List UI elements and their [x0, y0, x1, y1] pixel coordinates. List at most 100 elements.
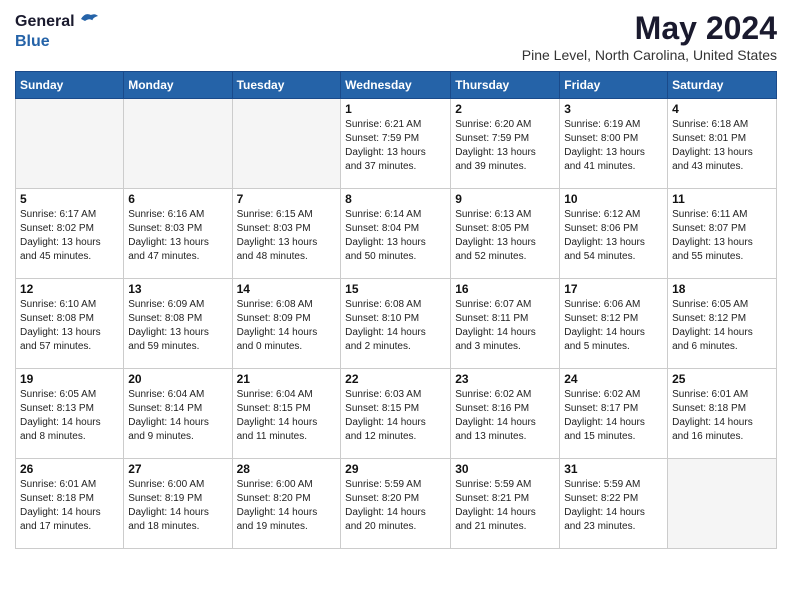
day-number: 10 [564, 192, 663, 206]
calendar-day-31: 31 Sunrise: 5:59 AM Sunset: 8:22 PM Dayli… [560, 459, 668, 549]
calendar-day-2: 2 Sunrise: 6:20 AM Sunset: 7:59 PM Daylig… [451, 99, 560, 189]
day-header-wednesday: Wednesday [341, 72, 451, 99]
day-number: 17 [564, 282, 663, 296]
day-info: Sunrise: 6:07 AM Sunset: 8:11 PM Dayligh… [455, 298, 555, 354]
calendar-day-16: 16 Sunrise: 6:07 AM Sunset: 8:11 PM Dayli… [451, 279, 560, 369]
title-area: May 2024 Pine Level, North Carolina, Uni… [522, 10, 777, 63]
calendar-day-26: 26Sunrise: 6:01 AM Sunset: 8:18 PM Dayli… [16, 459, 124, 549]
logo-blue: Blue [15, 33, 50, 50]
calendar-day-1: 1Sunrise: 6:21 AM Sunset: 7:59 PM Daylig… [341, 99, 451, 189]
day-number: 6 [128, 192, 227, 206]
calendar-day-5: 5Sunrise: 6:17 AM Sunset: 8:02 PM Daylig… [16, 189, 124, 279]
logo-general: General [15, 13, 75, 31]
day-info: Sunrise: 6:01 AM Sunset: 8:18 PM Dayligh… [672, 388, 772, 444]
day-number: 1 [345, 102, 446, 116]
day-number: 7 [237, 192, 337, 206]
day-header-sunday: Sunday [16, 72, 124, 99]
day-number: 21 [237, 372, 337, 386]
calendar-day-14: 14 Sunrise: 6:08 AM Sunset: 8:09 PM Dayli… [232, 279, 341, 369]
day-info: Sunrise: 6:04 AM Sunset: 8:15 PM Dayligh… [237, 388, 337, 444]
day-info: Sunrise: 6:03 AM Sunset: 8:15 PM Dayligh… [345, 388, 446, 444]
day-info: Sunrise: 5:59 AM Sunset: 8:22 PM Dayligh… [564, 478, 663, 534]
calendar-day-30: 30 Sunrise: 5:59 AM Sunset: 8:21 PM Dayli… [451, 459, 560, 549]
day-info: Sunrise: 6:02 AM Sunset: 8:16 PM Dayligh… [455, 388, 555, 444]
day-info: Sunrise: 6:05 AM Sunset: 8:12 PM Dayligh… [672, 298, 772, 354]
calendar-day-27: 27 Sunrise: 6:00 AM Sunset: 8:19 PM Dayli… [124, 459, 232, 549]
calendar-day-24: 24 Sunrise: 6:02 AM Sunset: 8:17 PM Dayli… [560, 369, 668, 459]
calendar-header-row: SundayMondayTuesdayWednesdayThursdayFrid… [16, 72, 777, 99]
day-header-thursday: Thursday [451, 72, 560, 99]
logo-bird-icon [77, 10, 99, 33]
day-info: Sunrise: 5:59 AM Sunset: 8:21 PM Dayligh… [455, 478, 555, 534]
calendar-day-13: 13 Sunrise: 6:09 AM Sunset: 8:08 PM Dayli… [124, 279, 232, 369]
calendar-table: SundayMondayTuesdayWednesdayThursdayFrid… [15, 71, 777, 549]
calendar-day-4: 4Sunrise: 6:18 AM Sunset: 8:01 PM Daylig… [668, 99, 777, 189]
day-number: 13 [128, 282, 227, 296]
calendar-day-19: 19 Sunrise: 6:05 AM Sunset: 8:13 PM Dayli… [16, 369, 124, 459]
day-info: Sunrise: 6:20 AM Sunset: 7:59 PM Dayligh… [455, 118, 555, 174]
calendar-day-11: 11Sunrise: 6:11 AM Sunset: 8:07 PM Dayli… [668, 189, 777, 279]
calendar-day-9: 9 Sunrise: 6:13 AM Sunset: 8:05 PM Daylig… [451, 189, 560, 279]
day-info: Sunrise: 6:00 AM Sunset: 8:19 PM Dayligh… [128, 478, 227, 534]
day-number: 9 [455, 192, 555, 206]
page-header: General Blue May 2024 Pine Level, North … [15, 10, 777, 63]
day-info: Sunrise: 6:12 AM Sunset: 8:06 PM Dayligh… [564, 208, 663, 264]
day-header-monday: Monday [124, 72, 232, 99]
calendar-week-1: 1Sunrise: 6:21 AM Sunset: 7:59 PM Daylig… [16, 99, 777, 189]
day-number: 12 [20, 282, 119, 296]
day-number: 19 [20, 372, 119, 386]
day-info: Sunrise: 6:19 AM Sunset: 8:00 PM Dayligh… [564, 118, 663, 174]
day-info: Sunrise: 6:08 AM Sunset: 8:09 PM Dayligh… [237, 298, 337, 354]
calendar-day-18: 18Sunrise: 6:05 AM Sunset: 8:12 PM Dayli… [668, 279, 777, 369]
calendar-day-23: 23Sunrise: 6:02 AM Sunset: 8:16 PM Dayli… [451, 369, 560, 459]
day-number: 22 [345, 372, 446, 386]
calendar-week-3: 12Sunrise: 6:10 AM Sunset: 8:08 PM Dayli… [16, 279, 777, 369]
calendar-empty [124, 99, 232, 189]
day-number: 4 [672, 102, 772, 116]
day-number: 24 [564, 372, 663, 386]
day-number: 8 [345, 192, 446, 206]
logo: General Blue [15, 10, 99, 51]
calendar-empty [668, 459, 777, 549]
day-number: 2 [455, 102, 555, 116]
calendar-day-17: 17 Sunrise: 6:06 AM Sunset: 8:12 PM Dayli… [560, 279, 668, 369]
day-number: 20 [128, 372, 227, 386]
day-info: Sunrise: 6:16 AM Sunset: 8:03 PM Dayligh… [128, 208, 227, 264]
day-info: Sunrise: 6:02 AM Sunset: 8:17 PM Dayligh… [564, 388, 663, 444]
day-header-saturday: Saturday [668, 72, 777, 99]
day-number: 16 [455, 282, 555, 296]
calendar-week-5: 26Sunrise: 6:01 AM Sunset: 8:18 PM Dayli… [16, 459, 777, 549]
calendar-day-10: 10 Sunrise: 6:12 AM Sunset: 8:06 PM Dayli… [560, 189, 668, 279]
day-number: 30 [455, 462, 555, 476]
day-number: 27 [128, 462, 227, 476]
calendar-day-20: 20Sunrise: 6:04 AM Sunset: 8:14 PM Dayli… [124, 369, 232, 459]
calendar-day-3: 3 Sunrise: 6:19 AM Sunset: 8:00 PM Daylig… [560, 99, 668, 189]
calendar-empty [16, 99, 124, 189]
calendar-empty [232, 99, 341, 189]
day-header-tuesday: Tuesday [232, 72, 341, 99]
calendar-day-6: 6 Sunrise: 6:16 AM Sunset: 8:03 PM Daylig… [124, 189, 232, 279]
day-number: 31 [564, 462, 663, 476]
day-info: Sunrise: 5:59 AM Sunset: 8:20 PM Dayligh… [345, 478, 446, 534]
calendar-day-29: 29 Sunrise: 5:59 AM Sunset: 8:20 PM Dayli… [341, 459, 451, 549]
day-number: 15 [345, 282, 446, 296]
day-info: Sunrise: 6:14 AM Sunset: 8:04 PM Dayligh… [345, 208, 446, 264]
page-title: May 2024 [522, 10, 777, 47]
page-subtitle: Pine Level, North Carolina, United State… [522, 47, 777, 63]
calendar-week-2: 5Sunrise: 6:17 AM Sunset: 8:02 PM Daylig… [16, 189, 777, 279]
day-number: 29 [345, 462, 446, 476]
day-info: Sunrise: 6:09 AM Sunset: 8:08 PM Dayligh… [128, 298, 227, 354]
day-info: Sunrise: 6:06 AM Sunset: 8:12 PM Dayligh… [564, 298, 663, 354]
calendar-day-21: 21 Sunrise: 6:04 AM Sunset: 8:15 PM Dayli… [232, 369, 341, 459]
day-info: Sunrise: 6:13 AM Sunset: 8:05 PM Dayligh… [455, 208, 555, 264]
day-number: 25 [672, 372, 772, 386]
day-number: 28 [237, 462, 337, 476]
day-info: Sunrise: 6:11 AM Sunset: 8:07 PM Dayligh… [672, 208, 772, 264]
day-info: Sunrise: 6:01 AM Sunset: 8:18 PM Dayligh… [20, 478, 119, 534]
day-info: Sunrise: 6:05 AM Sunset: 8:13 PM Dayligh… [20, 388, 119, 444]
day-number: 3 [564, 102, 663, 116]
day-info: Sunrise: 6:17 AM Sunset: 8:02 PM Dayligh… [20, 208, 119, 264]
day-header-friday: Friday [560, 72, 668, 99]
calendar-week-4: 19 Sunrise: 6:05 AM Sunset: 8:13 PM Dayli… [16, 369, 777, 459]
day-number: 14 [237, 282, 337, 296]
